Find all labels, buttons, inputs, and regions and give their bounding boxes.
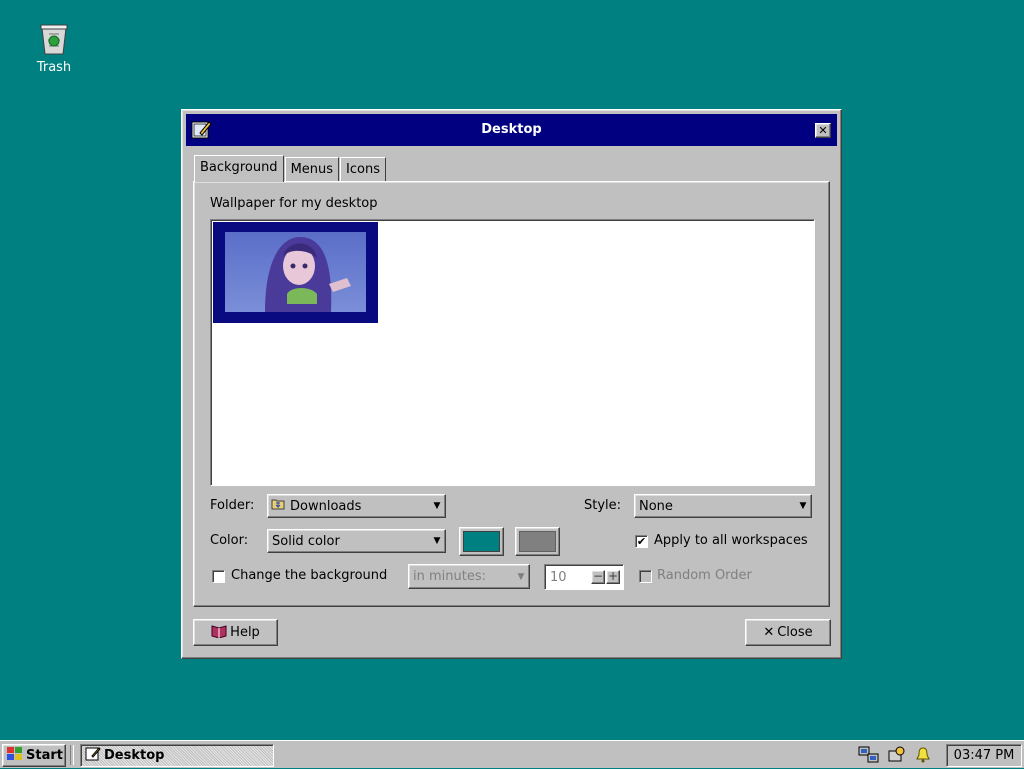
help-label: Help xyxy=(230,625,260,640)
desktop-icon-label: Trash xyxy=(36,60,72,75)
network-icon[interactable] xyxy=(858,745,880,769)
interval-unit-value: in minutes: xyxy=(413,569,486,584)
title-bar[interactable]: Desktop ✕ xyxy=(186,114,837,146)
chevron-down-icon: ▼ xyxy=(433,501,441,511)
style-label: Style: xyxy=(584,498,622,513)
secondary-color-button[interactable] xyxy=(515,527,560,556)
apply-all-workspaces-checkbox[interactable]: ✔ xyxy=(635,535,648,548)
taskbar-item-label: Desktop xyxy=(104,748,165,763)
apply-all-workspaces-label[interactable]: Apply to all workspaces xyxy=(654,533,808,548)
start-button[interactable]: Start xyxy=(2,744,66,767)
tab-icons[interactable]: Icons xyxy=(340,157,386,181)
chevron-down-icon: ▼ xyxy=(433,536,441,546)
settings-icon[interactable] xyxy=(886,745,906,769)
notification-bell-icon[interactable] xyxy=(915,746,931,768)
wallpaper-thumbnail-selected[interactable] xyxy=(213,222,378,323)
wallpaper-preview-image xyxy=(225,232,366,312)
chevron-down-icon: ▼ xyxy=(799,501,807,511)
taskbar-clock[interactable]: 03:47 PM xyxy=(946,744,1022,767)
change-background-label[interactable]: Change the background xyxy=(231,568,387,583)
interval-value: 10 xyxy=(550,570,567,585)
help-button[interactable]: Help xyxy=(193,619,278,646)
folder-icon xyxy=(268,498,286,514)
minus-icon: − xyxy=(591,569,605,584)
taskbar: Start Desktop 03:47 PM xyxy=(0,740,1024,768)
start-label: Start xyxy=(26,748,63,763)
style-value: None xyxy=(639,498,673,514)
help-book-icon xyxy=(211,624,227,642)
change-background-checkbox[interactable] xyxy=(212,570,225,583)
taskbar-item-desktop[interactable]: Desktop xyxy=(80,744,274,767)
secondary-color-swatch xyxy=(519,531,556,552)
tab-background[interactable]: Background xyxy=(194,155,284,182)
desktop-settings-app-icon xyxy=(85,746,101,766)
color-mode-value: Solid color xyxy=(272,533,340,549)
desktop-icon-trash[interactable]: Trash xyxy=(24,22,84,75)
style-dropdown[interactable]: None ▼ xyxy=(634,494,812,518)
trash-icon xyxy=(38,22,70,56)
interval-spinner: 10 − + xyxy=(544,564,624,590)
folder-value: Downloads xyxy=(290,498,362,514)
random-order-checkbox xyxy=(639,570,652,583)
random-order-label: Random Order xyxy=(657,568,752,583)
taskbar-separator xyxy=(70,745,74,765)
tab-menus[interactable]: Menus xyxy=(284,157,340,181)
color-label: Color: xyxy=(210,533,249,548)
plus-icon: + xyxy=(606,569,620,584)
window-title: Desktop xyxy=(481,122,542,137)
folder-label: Folder: xyxy=(210,498,255,513)
folder-dropdown[interactable]: Downloads ▼ xyxy=(267,494,446,518)
primary-color-swatch xyxy=(463,531,500,552)
tab-bar: Background Menus Icons xyxy=(194,155,387,182)
window-close-button[interactable]: ✕ xyxy=(815,123,831,138)
primary-color-button[interactable] xyxy=(459,527,504,556)
start-logo-icon xyxy=(7,746,23,765)
interval-unit-dropdown: in minutes: ▼ xyxy=(408,564,530,589)
chevron-down-icon: ▼ xyxy=(517,571,525,582)
wallpaper-label: Wallpaper for my desktop xyxy=(210,196,378,211)
close-button[interactable]: ✕ Close xyxy=(745,619,831,646)
color-mode-dropdown[interactable]: Solid color ▼ xyxy=(267,529,446,553)
close-label: Close xyxy=(777,625,813,640)
close-icon: ✕ xyxy=(763,625,775,640)
close-icon: ✕ xyxy=(818,124,828,137)
